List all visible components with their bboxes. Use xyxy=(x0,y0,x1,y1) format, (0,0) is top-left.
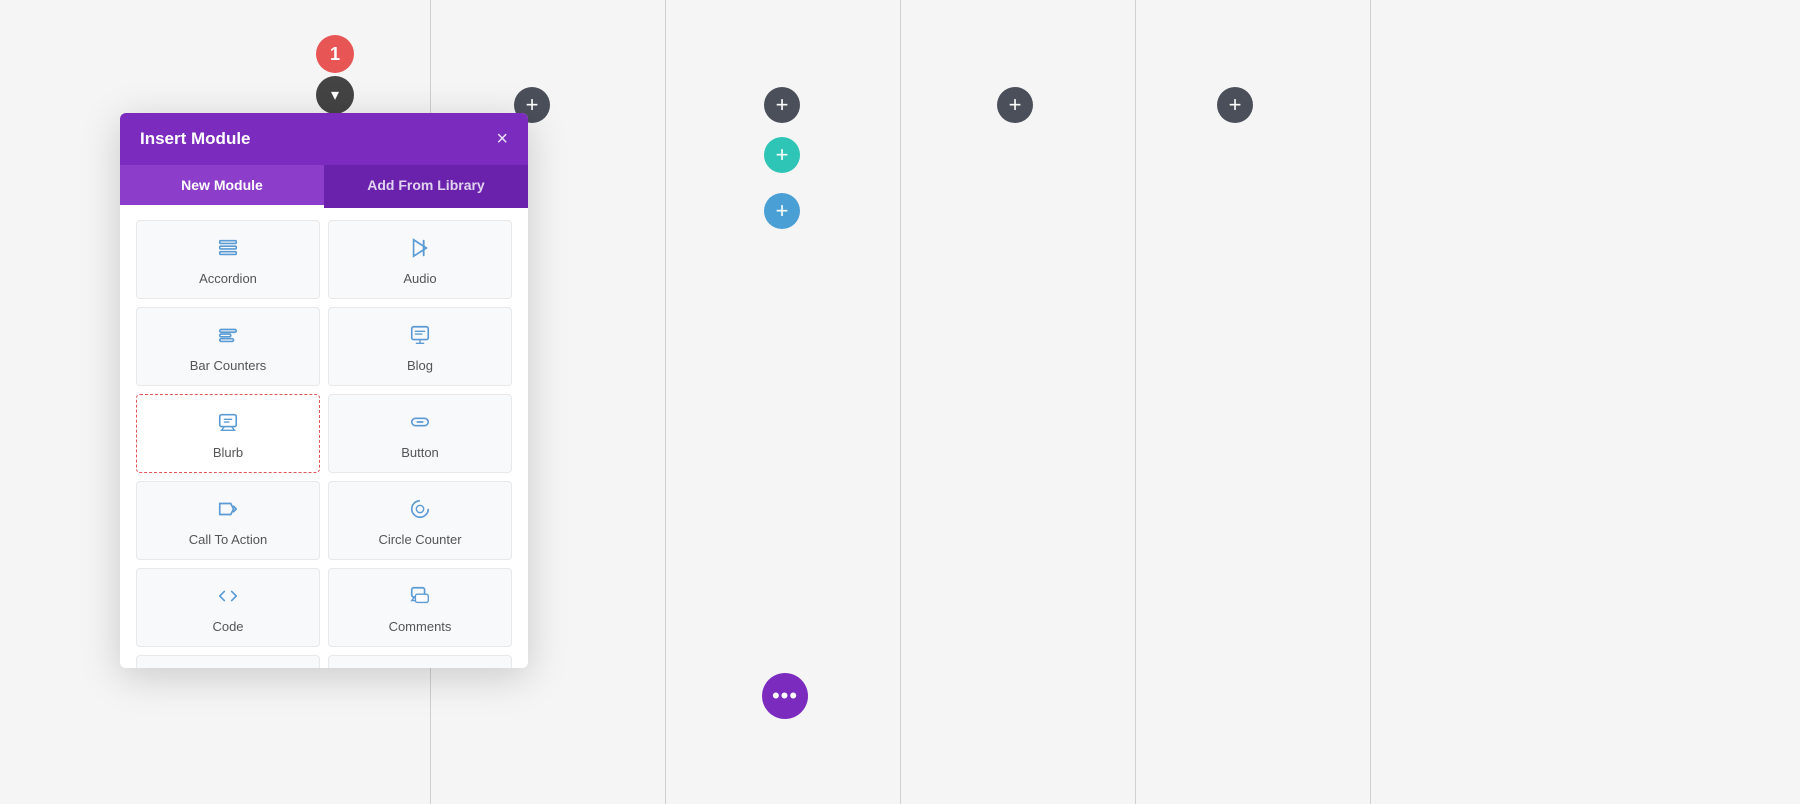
module-item-call-to-action[interactable]: Call To Action xyxy=(136,481,320,560)
module-item-contact-form[interactable]: Contact Form xyxy=(136,655,320,668)
blurb-label: Blurb xyxy=(213,445,243,460)
module-item-audio[interactable]: Audio xyxy=(328,220,512,299)
module-item-code[interactable]: Code xyxy=(136,568,320,647)
accordion-icon xyxy=(217,237,239,263)
bar-counters-label: Bar Counters xyxy=(190,358,267,373)
blurb-icon xyxy=(217,411,239,437)
accordion-label: Accordion xyxy=(199,271,257,286)
code-label: Code xyxy=(212,619,243,634)
tab-add-from-library[interactable]: Add From Library xyxy=(324,165,528,208)
comments-icon xyxy=(409,585,431,611)
divider-3 xyxy=(900,0,901,804)
divider-4 xyxy=(1135,0,1136,804)
insert-module-modal: Insert Module × New Module Add From Libr… xyxy=(120,113,528,668)
button-label: Button xyxy=(401,445,439,460)
divider-5 xyxy=(1370,0,1371,804)
code-icon xyxy=(217,585,239,611)
audio-icon xyxy=(409,237,431,263)
call-to-action-icon xyxy=(217,498,239,524)
module-item-blurb[interactable]: Blurb xyxy=(136,394,320,473)
canvas-plus-2[interactable]: + xyxy=(764,87,800,123)
module-item-accordion[interactable]: Accordion xyxy=(136,220,320,299)
canvas-plus-4[interactable]: + xyxy=(1217,87,1253,123)
divider-2 xyxy=(665,0,666,804)
modal-title: Insert Module xyxy=(140,129,251,149)
dots-menu-button[interactable]: ••• xyxy=(762,673,808,719)
module-item-button[interactable]: Button xyxy=(328,394,512,473)
modal-header: Insert Module × xyxy=(120,113,528,165)
module-grid: Accordion Audio Bar Counters xyxy=(136,220,512,668)
button-icon xyxy=(409,411,431,437)
canvas-plus-teal[interactable]: + xyxy=(764,137,800,173)
blog-label: Blog xyxy=(407,358,433,373)
comments-label: Comments xyxy=(389,619,452,634)
module-item-circle-counter[interactable]: Circle Counter xyxy=(328,481,512,560)
module-item-comments[interactable]: Comments xyxy=(328,568,512,647)
blog-icon xyxy=(409,324,431,350)
tab-new-module[interactable]: New Module xyxy=(120,165,324,208)
module-item-bar-counters[interactable]: Bar Counters xyxy=(136,307,320,386)
module-item-countdown[interactable]: Countdown Timer xyxy=(328,655,512,668)
audio-label: Audio xyxy=(403,271,436,286)
call-to-action-label: Call To Action xyxy=(189,532,268,547)
modal-tabs: New Module Add From Library xyxy=(120,165,528,208)
modal-body: Accordion Audio Bar Counters xyxy=(120,208,528,668)
arrow-down-button[interactable]: ▾ xyxy=(316,76,354,114)
modal-close-button[interactable]: × xyxy=(496,129,508,149)
canvas-plus-blue[interactable]: + xyxy=(764,193,800,229)
circle-counter-icon xyxy=(409,498,431,524)
circle-counter-label: Circle Counter xyxy=(378,532,461,547)
step-badge: 1 xyxy=(316,35,354,73)
module-item-blog[interactable]: Blog xyxy=(328,307,512,386)
canvas-plus-3[interactable]: + xyxy=(997,87,1033,123)
bar-counters-icon xyxy=(217,324,239,350)
